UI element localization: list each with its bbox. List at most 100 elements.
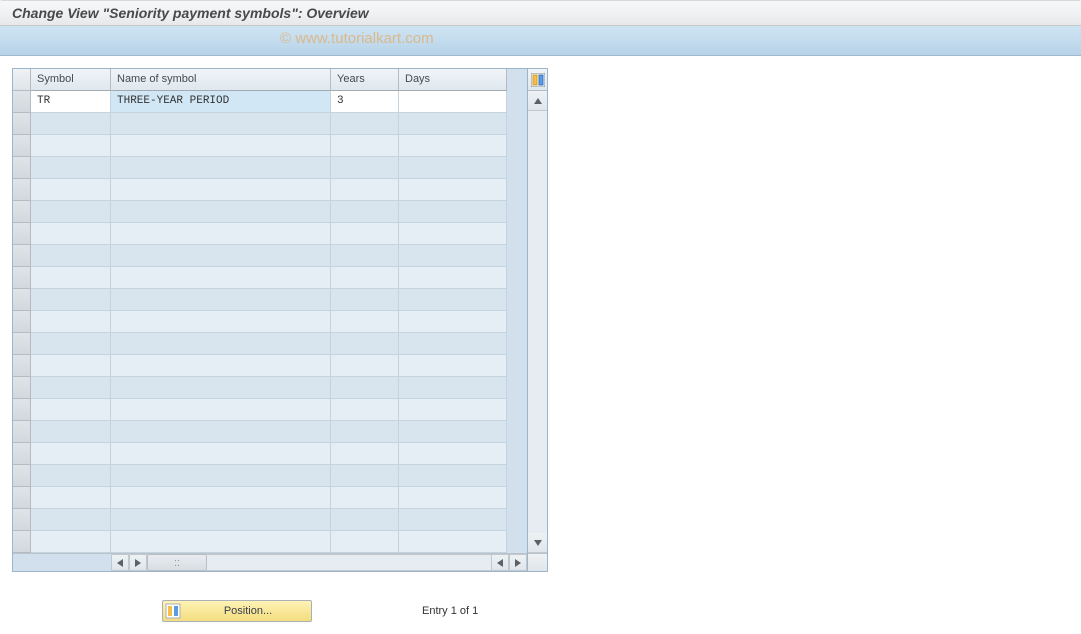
cell-symbol[interactable]	[31, 289, 111, 311]
cell-symbol[interactable]	[31, 487, 111, 509]
cell-years[interactable]	[331, 531, 399, 553]
cell-symbol[interactable]	[31, 157, 111, 179]
row-select-handle[interactable]	[13, 377, 31, 399]
row-select-handle[interactable]	[13, 91, 31, 113]
cell-days[interactable]	[399, 333, 507, 355]
cell-name[interactable]	[111, 311, 331, 333]
cell-symbol[interactable]	[31, 267, 111, 289]
hscroll-right-inner-button[interactable]	[129, 554, 147, 571]
hscroll-left-button[interactable]	[111, 554, 129, 571]
cell-name[interactable]	[111, 289, 331, 311]
cell-years[interactable]	[331, 421, 399, 443]
cell-name[interactable]	[111, 421, 331, 443]
cell-symbol[interactable]	[31, 135, 111, 157]
cell-days[interactable]	[399, 223, 507, 245]
row-select-handle[interactable]	[13, 267, 31, 289]
cell-years[interactable]	[331, 333, 399, 355]
cell-name[interactable]	[111, 223, 331, 245]
cell-name[interactable]	[111, 201, 331, 223]
row-select-handle[interactable]	[13, 421, 31, 443]
row-select-handle[interactable]	[13, 355, 31, 377]
vertical-scrollbar[interactable]	[527, 69, 547, 571]
vscroll-track[interactable]	[528, 111, 547, 533]
cell-days[interactable]	[399, 201, 507, 223]
cell-symbol[interactable]	[31, 355, 111, 377]
cell-name[interactable]	[111, 179, 331, 201]
col-header-years[interactable]: Years	[331, 69, 399, 91]
cell-symbol[interactable]	[31, 509, 111, 531]
cell-years[interactable]	[331, 311, 399, 333]
cell-symbol[interactable]	[31, 245, 111, 267]
cell-name[interactable]	[111, 443, 331, 465]
cell-name[interactable]	[111, 377, 331, 399]
cell-days[interactable]	[399, 355, 507, 377]
cell-years[interactable]	[331, 355, 399, 377]
cell-name[interactable]	[111, 135, 331, 157]
row-select-handle[interactable]	[13, 245, 31, 267]
position-button[interactable]: Position...	[162, 600, 312, 622]
row-select-handle[interactable]	[13, 531, 31, 553]
cell-symbol[interactable]	[31, 223, 111, 245]
cell-days[interactable]	[399, 509, 507, 531]
cell-name[interactable]	[111, 399, 331, 421]
cell-symbol[interactable]	[31, 113, 111, 135]
cell-name[interactable]	[111, 487, 331, 509]
vscroll-down-button[interactable]	[528, 533, 547, 553]
horizontal-scrollbar[interactable]: ::	[13, 553, 527, 571]
cell-name[interactable]	[111, 465, 331, 487]
cell-name[interactable]	[111, 267, 331, 289]
cell-years[interactable]	[331, 465, 399, 487]
hscroll-thumb[interactable]: ::	[147, 554, 207, 571]
cell-symbol[interactable]	[31, 399, 111, 421]
configure-columns-button[interactable]	[528, 69, 547, 91]
cell-name[interactable]: THREE-YEAR PERIOD	[111, 91, 331, 113]
cell-years[interactable]	[331, 267, 399, 289]
cell-symbol[interactable]	[31, 201, 111, 223]
cell-days[interactable]	[399, 245, 507, 267]
select-all-handle[interactable]	[13, 69, 31, 91]
cell-name[interactable]	[111, 531, 331, 553]
row-select-handle[interactable]	[13, 113, 31, 135]
row-select-handle[interactable]	[13, 311, 31, 333]
col-header-days[interactable]: Days	[399, 69, 507, 91]
cell-name[interactable]	[111, 157, 331, 179]
cell-symbol[interactable]	[31, 377, 111, 399]
cell-days[interactable]	[399, 465, 507, 487]
cell-name[interactable]	[111, 333, 331, 355]
col-header-name[interactable]: Name of symbol	[111, 69, 331, 91]
cell-name[interactable]	[111, 113, 331, 135]
cell-days[interactable]	[399, 421, 507, 443]
cell-symbol[interactable]	[31, 443, 111, 465]
cell-years[interactable]	[331, 509, 399, 531]
cell-years[interactable]	[331, 201, 399, 223]
table-row[interactable]: TRTHREE-YEAR PERIOD3	[13, 91, 527, 113]
cell-years[interactable]	[331, 223, 399, 245]
cell-days[interactable]	[399, 179, 507, 201]
row-select-handle[interactable]	[13, 223, 31, 245]
cell-symbol[interactable]	[31, 531, 111, 553]
cell-symbol[interactable]: TR	[31, 91, 111, 113]
cell-symbol[interactable]	[31, 311, 111, 333]
row-select-handle[interactable]	[13, 509, 31, 531]
cell-years[interactable]	[331, 113, 399, 135]
row-select-handle[interactable]	[13, 333, 31, 355]
cell-years[interactable]	[331, 377, 399, 399]
row-select-handle[interactable]	[13, 201, 31, 223]
cell-years[interactable]	[331, 245, 399, 267]
cell-years[interactable]: 3	[331, 91, 399, 113]
cell-days[interactable]	[399, 399, 507, 421]
hscroll-right-button[interactable]	[509, 554, 527, 571]
cell-name[interactable]	[111, 245, 331, 267]
cell-name[interactable]	[111, 509, 331, 531]
cell-symbol[interactable]	[31, 333, 111, 355]
cell-days[interactable]	[399, 289, 507, 311]
cell-years[interactable]	[331, 135, 399, 157]
hscroll-left-end-button[interactable]	[491, 554, 509, 571]
cell-days[interactable]	[399, 91, 507, 113]
row-select-handle[interactable]	[13, 487, 31, 509]
cell-years[interactable]	[331, 179, 399, 201]
cell-days[interactable]	[399, 531, 507, 553]
cell-years[interactable]	[331, 399, 399, 421]
row-select-handle[interactable]	[13, 289, 31, 311]
row-select-handle[interactable]	[13, 179, 31, 201]
